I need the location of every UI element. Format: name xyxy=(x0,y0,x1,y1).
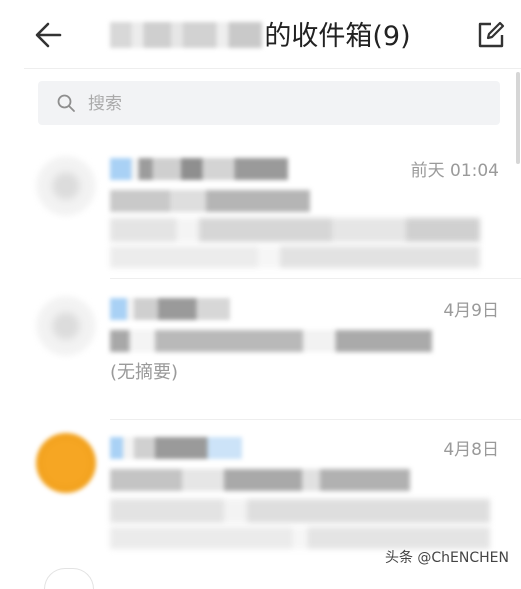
mail-item[interactable]: 4月9日 (无摘要) xyxy=(0,280,521,420)
mail-time: 前天 01:04 xyxy=(410,161,499,181)
page-title: 的收件箱(9) xyxy=(0,14,521,53)
sender-avatar xyxy=(36,433,96,493)
watermark-text: 头条 @ChENCHEN xyxy=(384,550,509,566)
header-divider xyxy=(24,68,521,69)
partial-avatar xyxy=(44,568,94,589)
mail-time: 4月9日 xyxy=(443,301,499,321)
redacted-subject xyxy=(110,469,410,491)
list-divider xyxy=(110,419,521,420)
list-divider xyxy=(110,278,521,279)
mail-item[interactable]: 前天 01:04 xyxy=(0,140,521,280)
redacted-subject xyxy=(110,330,432,352)
compose-icon[interactable] xyxy=(476,20,506,50)
inbox-title-text: 的收件箱(9) xyxy=(264,21,411,52)
sender-avatar xyxy=(36,156,96,216)
mail-time: 4月8日 xyxy=(443,440,499,460)
search-bar[interactable] xyxy=(38,81,500,127)
sender-avatar xyxy=(36,296,96,356)
mail-item[interactable]: 4月8日 xyxy=(0,421,521,561)
mail-summary: (无摘要) xyxy=(110,362,179,383)
app-header: 的收件箱(9) xyxy=(0,0,521,68)
redacted-account-name xyxy=(110,22,263,48)
search-icon xyxy=(57,94,75,112)
redacted-summary xyxy=(110,499,490,523)
redacted-sender xyxy=(110,437,242,459)
redacted-subject xyxy=(110,190,310,212)
redacted-summary xyxy=(110,218,480,242)
search-input[interactable] xyxy=(86,81,490,127)
redacted-summary-2 xyxy=(110,246,480,268)
redacted-sender xyxy=(110,158,288,180)
redacted-summary-2 xyxy=(110,527,490,549)
redacted-sender xyxy=(110,298,230,320)
